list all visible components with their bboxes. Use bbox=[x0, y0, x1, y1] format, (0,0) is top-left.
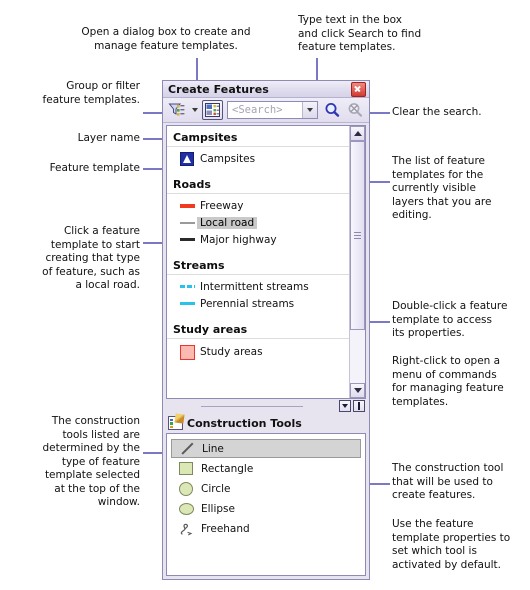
construction-tool-label: Rectangle bbox=[201, 462, 254, 475]
annotation-tool-note: The construction tool that will be used … bbox=[392, 462, 504, 501]
feature-template-label: Local road bbox=[197, 216, 258, 229]
annotation-click-template: Click a feature template to start creati… bbox=[42, 225, 140, 291]
close-icon[interactable] bbox=[351, 81, 366, 97]
construction-tool-item[interactable]: Rectangle bbox=[171, 459, 361, 478]
clear-search-icon bbox=[345, 100, 366, 120]
layer-group-header: Streams bbox=[167, 256, 349, 275]
search-placeholder: <Search> bbox=[232, 104, 283, 116]
construction-tool-label: Ellipse bbox=[201, 502, 235, 515]
rectangle-tool-icon bbox=[175, 462, 197, 475]
feature-template-item[interactable]: Major highway bbox=[167, 231, 349, 248]
line-freeway-icon bbox=[177, 203, 197, 208]
feature-template-item[interactable]: Perennial streams bbox=[167, 295, 349, 312]
feature-template-item[interactable]: Study areas bbox=[167, 342, 349, 362]
feature-template-label: Major highway bbox=[200, 233, 277, 246]
chevron-up-icon[interactable] bbox=[350, 126, 365, 141]
line-tool-icon bbox=[176, 442, 198, 455]
list-vertical-scrollbar[interactable] bbox=[349, 126, 365, 398]
construction-tool-item-selected[interactable]: Line bbox=[171, 439, 361, 458]
annotation-double-click: Double-click a feature template to acces… bbox=[392, 300, 508, 339]
feature-template-item-selected[interactable]: Local road bbox=[167, 214, 349, 231]
annotation-clear-search: Clear the search. bbox=[392, 106, 482, 118]
ellipse-tool-icon bbox=[175, 502, 197, 515]
layer-group-header: Study areas bbox=[167, 320, 349, 339]
panel-titlebar: Create Features bbox=[163, 81, 369, 98]
feature-template-label: Freeway bbox=[200, 199, 244, 212]
line-local-icon bbox=[177, 221, 197, 224]
line-dashed-icon bbox=[177, 285, 197, 288]
line-major-icon bbox=[177, 238, 197, 241]
divider-bar-icon[interactable] bbox=[353, 400, 365, 412]
annotation-layer-name: Layer name bbox=[77, 132, 140, 144]
scrollbar-thumb[interactable] bbox=[350, 141, 365, 330]
group-filter-icon[interactable] bbox=[166, 100, 187, 120]
annotation-feature-template: Feature template bbox=[49, 162, 140, 174]
point-marker-icon bbox=[177, 151, 197, 166]
construction-tool-label: Line bbox=[202, 442, 224, 455]
panel-toolbar: <Search> bbox=[163, 98, 369, 123]
construction-tools-title: Construction Tools bbox=[187, 416, 302, 430]
construction-tools-list[interactable]: Line Rectangle Circle Ellipse Freehand bbox=[166, 433, 366, 576]
feature-template-label: Intermittent streams bbox=[200, 280, 309, 293]
construction-tool-item[interactable]: Ellipse bbox=[171, 499, 361, 518]
chevron-down-icon[interactable] bbox=[350, 383, 365, 398]
scrollbar-track[interactable] bbox=[350, 141, 365, 383]
layer-group-header: Roads bbox=[167, 175, 349, 194]
search-history-chevron-down-icon[interactable] bbox=[302, 102, 317, 118]
feature-templates-list[interactable]: Campsites Campsites Roads Freeway Local … bbox=[166, 125, 366, 399]
annotation-tool-default: Use the feature template properties to s… bbox=[392, 518, 511, 571]
feature-template-label: Study areas bbox=[200, 346, 263, 358]
construction-tools-header: Construction Tools bbox=[163, 413, 369, 433]
feature-template-label: Campsites bbox=[200, 152, 256, 165]
construction-tool-label: Freehand bbox=[201, 522, 250, 535]
polygon-fill-icon bbox=[177, 344, 197, 360]
panel-title: Create Features bbox=[168, 82, 269, 96]
search-icon[interactable] bbox=[322, 100, 343, 120]
construction-tool-label: Circle bbox=[201, 482, 231, 495]
feature-templates-list-content: Campsites Campsites Roads Freeway Local … bbox=[167, 126, 349, 398]
chevron-down-icon[interactable] bbox=[189, 100, 200, 120]
search-input[interactable]: <Search> bbox=[227, 101, 318, 119]
layer-group-header: Campsites bbox=[167, 128, 349, 147]
annotation-group-filter: Group or filter feature templates. bbox=[42, 80, 140, 106]
splitter-grip[interactable] bbox=[201, 405, 303, 407]
annotation-right-click: Right-click to open a menu of commands f… bbox=[392, 355, 504, 408]
annotation-search: Type text in the box and click Search to… bbox=[298, 14, 422, 53]
construction-tool-item[interactable]: Circle bbox=[171, 479, 361, 498]
double-chevron-down-icon[interactable] bbox=[339, 400, 351, 412]
grip-icon bbox=[354, 230, 361, 241]
annotation-organize-templates: Open a dialog box to create and manage f… bbox=[81, 26, 251, 52]
feature-template-label: Perennial streams bbox=[200, 297, 295, 310]
feature-template-item[interactable]: Campsites bbox=[167, 150, 349, 167]
create-features-panel: Create Features <Search> Campsites Camps… bbox=[162, 80, 370, 580]
annotation-construction-note: The construction tools listed are determ… bbox=[42, 415, 140, 508]
construction-tools-icon bbox=[168, 413, 185, 430]
panel-splitter[interactable] bbox=[163, 399, 369, 413]
freehand-tool-icon bbox=[175, 522, 197, 536]
feature-template-item[interactable]: Intermittent streams bbox=[167, 278, 349, 295]
annotation-list-note: The list of feature templates for the cu… bbox=[392, 155, 492, 221]
circle-tool-icon bbox=[175, 481, 197, 496]
line-solid-cyan-icon bbox=[177, 302, 197, 305]
organize-templates-icon[interactable] bbox=[202, 100, 223, 120]
feature-template-item[interactable]: Freeway bbox=[167, 197, 349, 214]
construction-tool-item[interactable]: Freehand bbox=[171, 519, 361, 538]
